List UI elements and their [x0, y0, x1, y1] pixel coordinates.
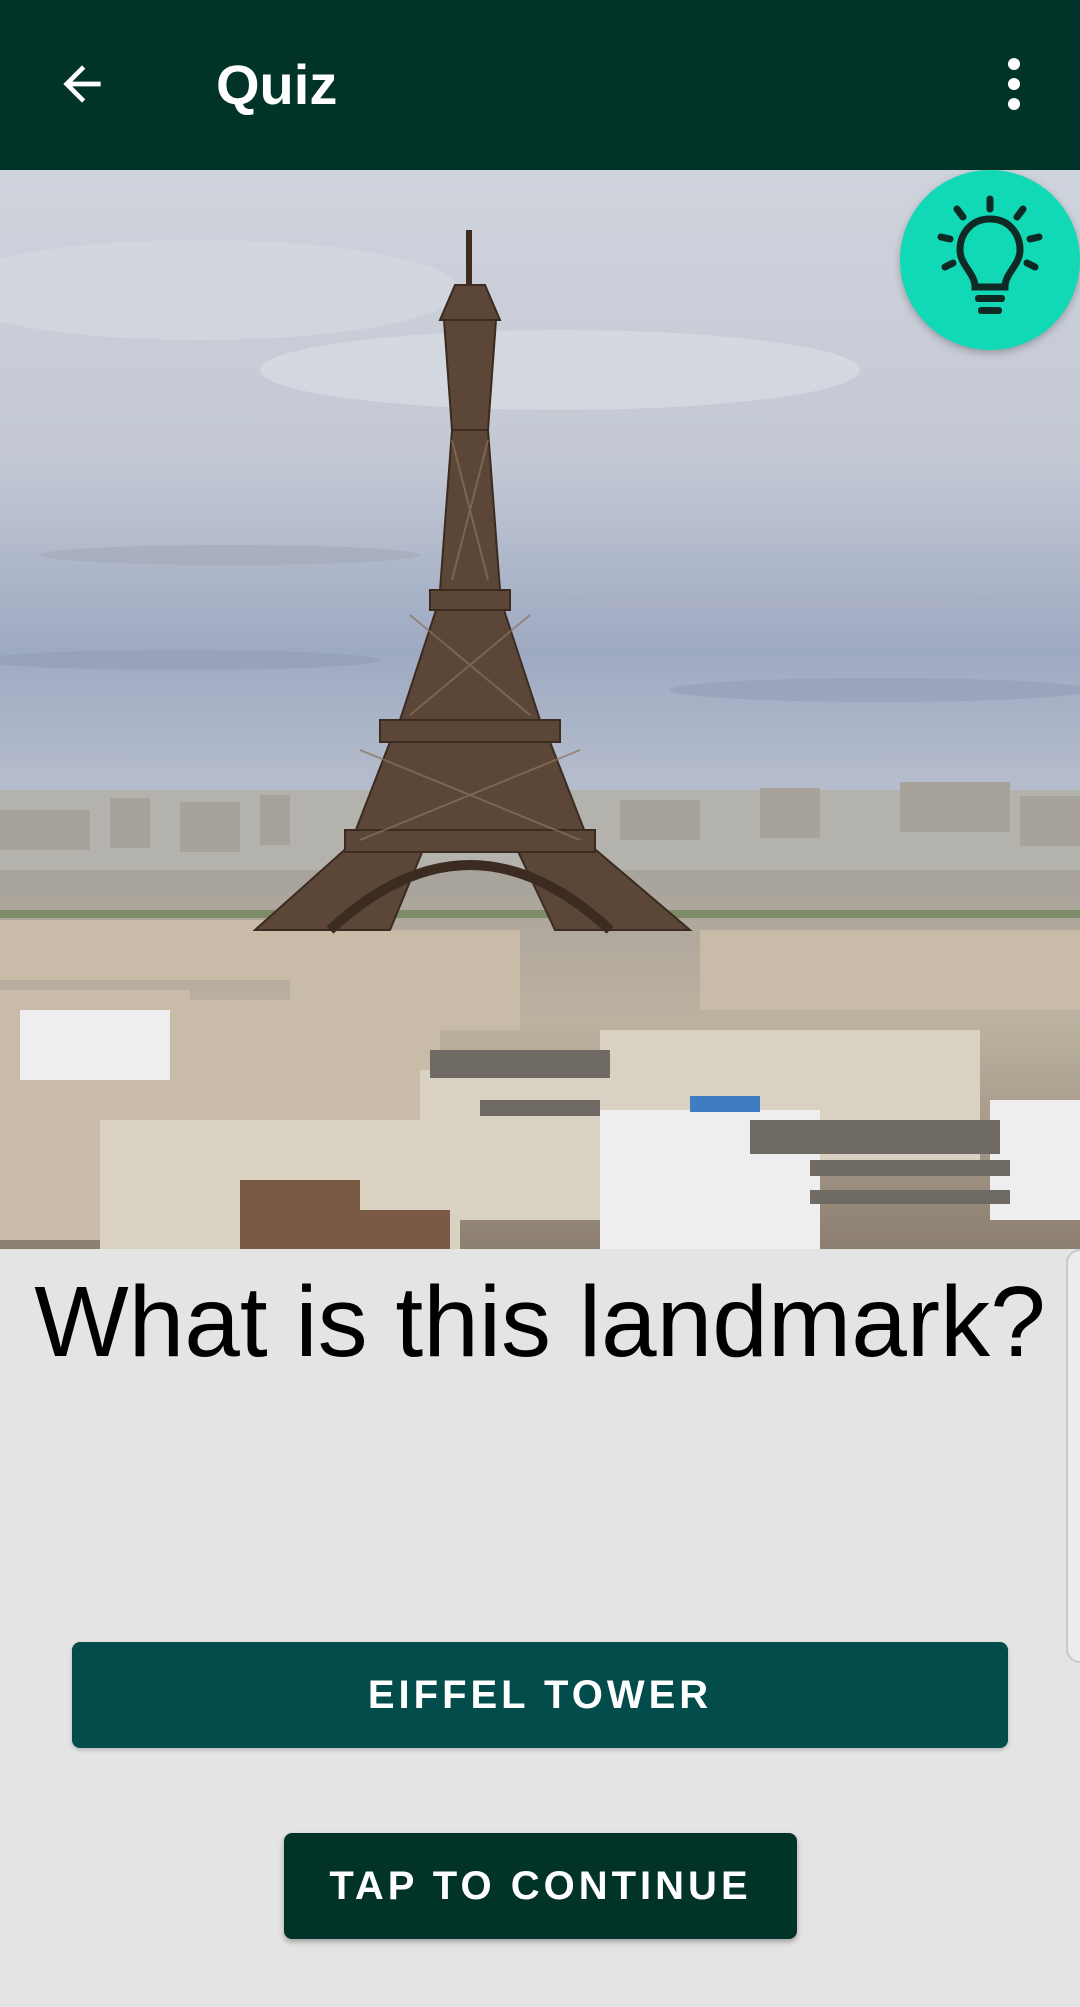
app-bar: Quiz — [0, 0, 1080, 170]
lightbulb-icon — [937, 195, 1043, 314]
more-vert-icon — [1008, 58, 1020, 110]
question-text: What is this landmark? — [34, 1266, 1046, 1378]
overflow-menu-button[interactable] — [984, 44, 1044, 124]
landmark-image — [0, 170, 1080, 1249]
continue-button[interactable]: TAP TO CONTINUE — [284, 1833, 797, 1939]
hint-button[interactable] — [900, 170, 1080, 350]
arrow-back-icon — [63, 65, 101, 103]
eiffel-tower-illustration — [0, 170, 1080, 1249]
page-title: Quiz — [216, 53, 338, 116]
scroll-edge — [1066, 1249, 1080, 1663]
answer-button[interactable]: EIFFEL TOWER — [72, 1642, 1008, 1748]
back-button[interactable] — [42, 44, 122, 124]
